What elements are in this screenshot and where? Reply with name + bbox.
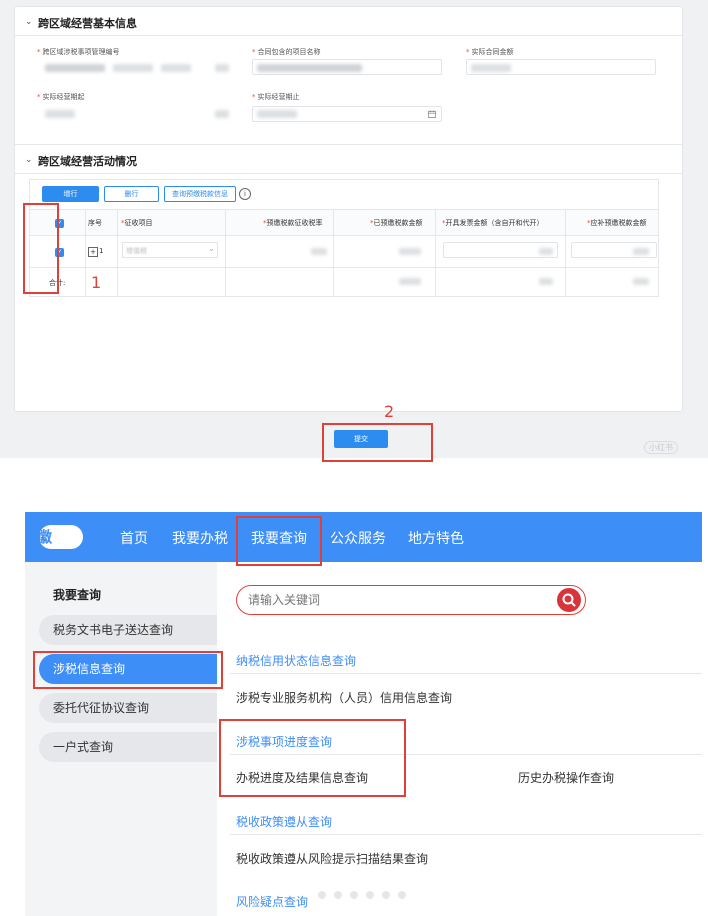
nav-public-service[interactable]: 公众服务 (330, 528, 386, 548)
group-title-risk: 风险疑点查询 (236, 895, 309, 909)
group-title-policy: 税收政策遵从查询 (236, 815, 333, 829)
info-icon[interactable]: i (239, 188, 251, 200)
levy-item-placeholder: 增值税 (126, 247, 147, 255)
divider (15, 173, 682, 174)
query-prepaid-button[interactable]: 查询预缴税款信息 (164, 186, 236, 202)
carousel-dots (318, 889, 430, 901)
highlight-checkbox-column (23, 203, 59, 294)
masked-value (539, 278, 553, 285)
side-menu: 我要查询 税务文书电子送达查询 涉税信息查询 委托代征协议查询 一户式查询 (25, 562, 217, 916)
watermark: 小红书 (644, 441, 678, 454)
query-link-history-ops[interactable]: 历史办税操作查询 (518, 769, 614, 786)
masked-value (311, 248, 327, 255)
field-label-project-name: * 合同包含的项目名称 (252, 48, 321, 56)
divider (85, 209, 86, 297)
col-header-invoice-amount: *开具发票金额（含自开和代开） (442, 219, 544, 227)
masked-value (113, 64, 153, 72)
col-header-index: 序号 (88, 219, 102, 227)
divider (15, 144, 682, 145)
delete-row-button[interactable]: 删行 (104, 186, 159, 202)
side-item-one-stop[interactable]: 一户式查询 (39, 732, 217, 762)
nav-local-features[interactable]: 地方特色 (408, 528, 464, 548)
field-label-contract-amount: * 实际合同金额 (466, 48, 514, 56)
divider (117, 209, 118, 297)
col-header-levy-item: *征收项目 (121, 219, 153, 227)
highlight-tax-info (33, 651, 223, 689)
divider (30, 267, 658, 268)
search-icon (562, 593, 576, 607)
highlight-submit (322, 423, 433, 462)
divider (333, 209, 334, 297)
carousel-dot[interactable] (366, 891, 374, 899)
section-title-activity: 跨区域经营活动情况 (38, 155, 137, 168)
masked-value (215, 64, 229, 72)
chevron-down-icon[interactable]: ⌄ (25, 155, 33, 165)
divider (225, 209, 226, 297)
form-card: ⌄ 跨区域经营基本信息 * 跨区域涉税事项管理编号 * 合同包含的项目名称 * 实际合… (14, 6, 683, 412)
nav-do-tax[interactable]: 我要办税 (172, 528, 228, 548)
add-row-button[interactable]: 增行 (42, 186, 99, 202)
chevron-down-icon[interactable]: ⌄ (25, 17, 33, 27)
divider (15, 35, 682, 36)
field-label-end-date: * 实际经营期止 (252, 93, 300, 101)
side-item-doc-delivery[interactable]: 税务文书电子送达查询 (39, 615, 217, 645)
section-title-basic-info: 跨区域经营基本信息 (38, 17, 137, 30)
search-input[interactable] (248, 591, 538, 609)
highlight-progress-query (219, 719, 406, 797)
divider (30, 235, 658, 236)
chevron-down-icon[interactable]: ⌄ (208, 244, 215, 253)
carousel-dot[interactable] (382, 891, 390, 899)
masked-value (633, 278, 649, 285)
carousel-dot[interactable] (318, 891, 326, 899)
annotation-number-2: 2 (384, 402, 395, 421)
field-label-start-date: * 实际经营期起 (37, 93, 85, 101)
divider (230, 673, 702, 674)
carousel-dot[interactable] (398, 891, 406, 899)
top-nav-bar: 徽 首页 我要办税 我要查询 公众服务 地方特色 (25, 512, 702, 562)
col-header-supplement-amount: *应补预缴税款金额 (587, 219, 647, 227)
masked-value (399, 248, 421, 255)
search-button[interactable] (557, 588, 581, 612)
divider (230, 834, 702, 835)
divider (30, 209, 658, 210)
carousel-dot[interactable] (334, 891, 342, 899)
nav-home[interactable]: 首页 (120, 528, 148, 548)
masked-value (161, 64, 191, 72)
masked-value (257, 64, 362, 72)
masked-value (539, 248, 553, 255)
calendar-icon[interactable] (428, 110, 436, 118)
logo: 徽 (37, 525, 83, 549)
masked-value (633, 248, 649, 255)
divider (565, 209, 566, 297)
masked-value (45, 110, 75, 118)
side-menu-title: 我要查询 (53, 588, 102, 602)
row-index: 1 (99, 247, 104, 255)
carousel-dot[interactable] (350, 891, 358, 899)
divider (435, 209, 436, 297)
col-header-prepaid-amount: *已预缴税款金额 (370, 219, 423, 227)
masked-value (215, 110, 229, 118)
side-item-agency-agreement[interactable]: 委托代征协议查询 (39, 693, 217, 723)
query-link-agency-credit[interactable]: 涉税专业服务机构（人员）信用信息查询 (236, 689, 452, 706)
field-label-management-no: * 跨区域涉税事项管理编号 (37, 48, 120, 56)
masked-value (399, 278, 421, 285)
expand-icon[interactable]: + (88, 247, 98, 257)
highlight-nav-query (236, 516, 322, 566)
masked-value (45, 64, 105, 72)
annotation-number-1: 1 (91, 273, 102, 292)
form-screenshot: ⌄ 跨区域经营基本信息 * 跨区域涉税事项管理编号 * 合同包含的项目名称 * 实际合… (0, 0, 708, 462)
masked-value (471, 64, 511, 72)
group-title-credit: 纳税信用状态信息查询 (236, 654, 357, 668)
masked-value (257, 110, 297, 118)
query-link-policy-risk[interactable]: 税收政策遵从风险提示扫描结果查询 (236, 850, 428, 867)
col-header-prepay-rate: *预缴税款征收税率 (263, 219, 323, 227)
